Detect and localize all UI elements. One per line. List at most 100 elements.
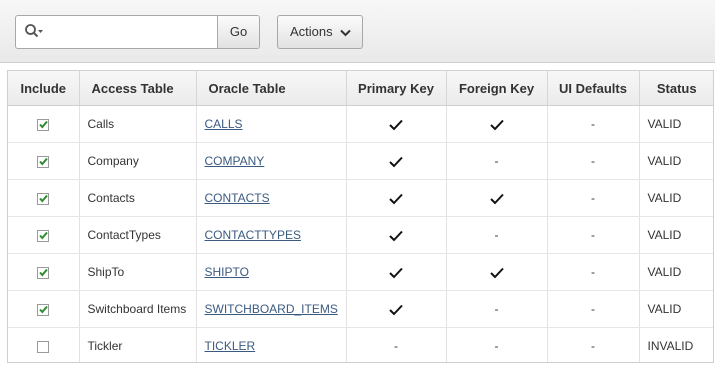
empty-mark: -: [494, 228, 499, 242]
ui-defaults-cell: -: [547, 105, 640, 143]
col-header-include[interactable]: Include: [8, 71, 80, 106]
access-table-cell: Calls: [79, 105, 197, 143]
actions-label: Actions: [290, 24, 333, 39]
checkmark-icon: [489, 117, 504, 131]
header-row: Include Access Table Oracle Table Primar…: [8, 71, 713, 106]
oracle-table-cell: SWITCHBOARD_ITEMS: [196, 290, 347, 328]
checkmark-icon: [489, 265, 504, 279]
tables-table: Include Access Table Oracle Table Primar…: [8, 71, 713, 362]
oracle-table-cell: TICKLER: [196, 327, 347, 362]
include-cell: [8, 216, 80, 254]
checkmark-icon: [389, 302, 403, 316]
empty-mark: -: [494, 302, 499, 316]
include-cell: [8, 105, 80, 143]
include-checkbox[interactable]: [37, 192, 50, 205]
oracle-table-link[interactable]: SWITCHBOARD_ITEMS: [205, 302, 338, 316]
access-table-cell: Switchboard Items: [79, 290, 197, 328]
access-table-cell: ShipTo: [79, 253, 197, 291]
access-table-cell: Contacts: [79, 179, 197, 217]
col-header-oracle-table[interactable]: Oracle Table: [196, 71, 347, 106]
foreign-key-cell: -: [446, 142, 548, 180]
include-checkbox[interactable]: [37, 155, 50, 168]
oracle-table-cell: CALLS: [196, 105, 347, 143]
ui-defaults-cell: -: [547, 327, 640, 362]
status-cell: VALID: [639, 105, 713, 143]
checkmark-icon: [389, 228, 403, 242]
col-header-foreign-key[interactable]: Foreign Key: [446, 71, 548, 106]
foreign-key-cell: -: [446, 290, 548, 328]
status-cell: INVALID: [639, 327, 713, 362]
primary-key-cell: [346, 290, 447, 328]
search-icon[interactable]: [24, 23, 44, 41]
include-checkbox[interactable]: [37, 340, 50, 353]
include-cell: [8, 290, 80, 328]
tables-grid: Include Access Table Oracle Table Primar…: [7, 70, 714, 363]
col-header-access-table[interactable]: Access Table: [79, 71, 197, 106]
status-cell: VALID: [639, 216, 713, 254]
table-row: Company COMPANY - - VALID: [8, 142, 713, 180]
foreign-key-cell: -: [446, 327, 548, 362]
foreign-key-cell: [446, 105, 548, 143]
foreign-key-cell: [446, 253, 548, 291]
checkmark-icon: [389, 117, 403, 131]
col-header-primary-key[interactable]: Primary Key: [346, 71, 447, 106]
include-cell: [8, 179, 80, 217]
table-row: Calls CALLS - VALID: [8, 105, 713, 143]
empty-mark: -: [394, 339, 398, 353]
search-box: Go: [15, 15, 260, 49]
foreign-key-cell: [446, 179, 548, 217]
ui-defaults-cell: -: [547, 253, 640, 291]
primary-key-cell: -: [346, 327, 447, 362]
oracle-table-cell: CONTACTS: [196, 179, 347, 217]
include-cell: [8, 253, 80, 291]
include-checkbox[interactable]: [37, 266, 50, 279]
include-checkbox[interactable]: [37, 303, 50, 316]
col-header-ui-defaults[interactable]: UI Defaults: [547, 71, 640, 106]
access-table-cell: ContactTypes: [79, 216, 197, 254]
oracle-table-link[interactable]: CONTACTTYPES: [205, 228, 301, 242]
table-row: Switchboard Items SWITCHBOARD_ITEMS - - VALI…: [8, 290, 713, 328]
table-row: ShipTo SHIPTO - VALID: [8, 253, 713, 291]
oracle-table-link[interactable]: TICKLER: [205, 339, 256, 353]
include-cell: [8, 327, 80, 362]
status-cell: VALID: [639, 179, 713, 217]
access-table-cell: Tickler: [79, 327, 197, 362]
access-table-cell: Company: [79, 142, 197, 180]
oracle-table-cell: SHIPTO: [196, 253, 347, 291]
empty-mark: -: [494, 339, 499, 353]
status-cell: VALID: [639, 253, 713, 291]
table-row: Tickler TICKLER - - - INVALID: [8, 327, 713, 362]
include-cell: [8, 142, 80, 180]
primary-key-cell: [346, 142, 447, 180]
table-row: Contacts CONTACTS - VALID: [8, 179, 713, 217]
col-header-status[interactable]: Status: [639, 71, 713, 106]
checkmark-icon: [389, 154, 403, 168]
include-checkbox[interactable]: [37, 118, 50, 131]
oracle-table-link[interactable]: SHIPTO: [205, 265, 249, 279]
empty-mark: -: [494, 154, 499, 168]
ui-defaults-cell: -: [547, 290, 640, 328]
table-row: ContactTypes CONTACTTYPES - - VALID: [8, 216, 713, 254]
oracle-table-cell: CONTACTTYPES: [196, 216, 347, 254]
primary-key-cell: [346, 216, 447, 254]
toolbar: Go Actions: [0, 0, 715, 63]
primary-key-cell: [346, 253, 447, 291]
ui-defaults-cell: -: [547, 142, 640, 180]
primary-key-cell: [346, 179, 447, 217]
chevron-down-icon: [340, 29, 351, 37]
foreign-key-cell: -: [446, 216, 548, 254]
oracle-table-link[interactable]: CALLS: [205, 117, 243, 131]
status-cell: VALID: [639, 290, 713, 328]
oracle-table-link[interactable]: CONTACTS: [205, 191, 270, 205]
go-button[interactable]: Go: [217, 16, 259, 48]
checkmark-icon: [489, 191, 504, 205]
primary-key-cell: [346, 105, 447, 143]
ui-defaults-cell: -: [547, 179, 640, 217]
include-checkbox[interactable]: [37, 229, 50, 242]
actions-menu-button[interactable]: Actions: [277, 15, 363, 49]
search-input[interactable]: [50, 18, 219, 48]
oracle-table-link[interactable]: COMPANY: [205, 154, 265, 168]
checkmark-icon: [389, 265, 403, 279]
checkmark-icon: [389, 191, 403, 205]
oracle-table-cell: COMPANY: [196, 142, 347, 180]
